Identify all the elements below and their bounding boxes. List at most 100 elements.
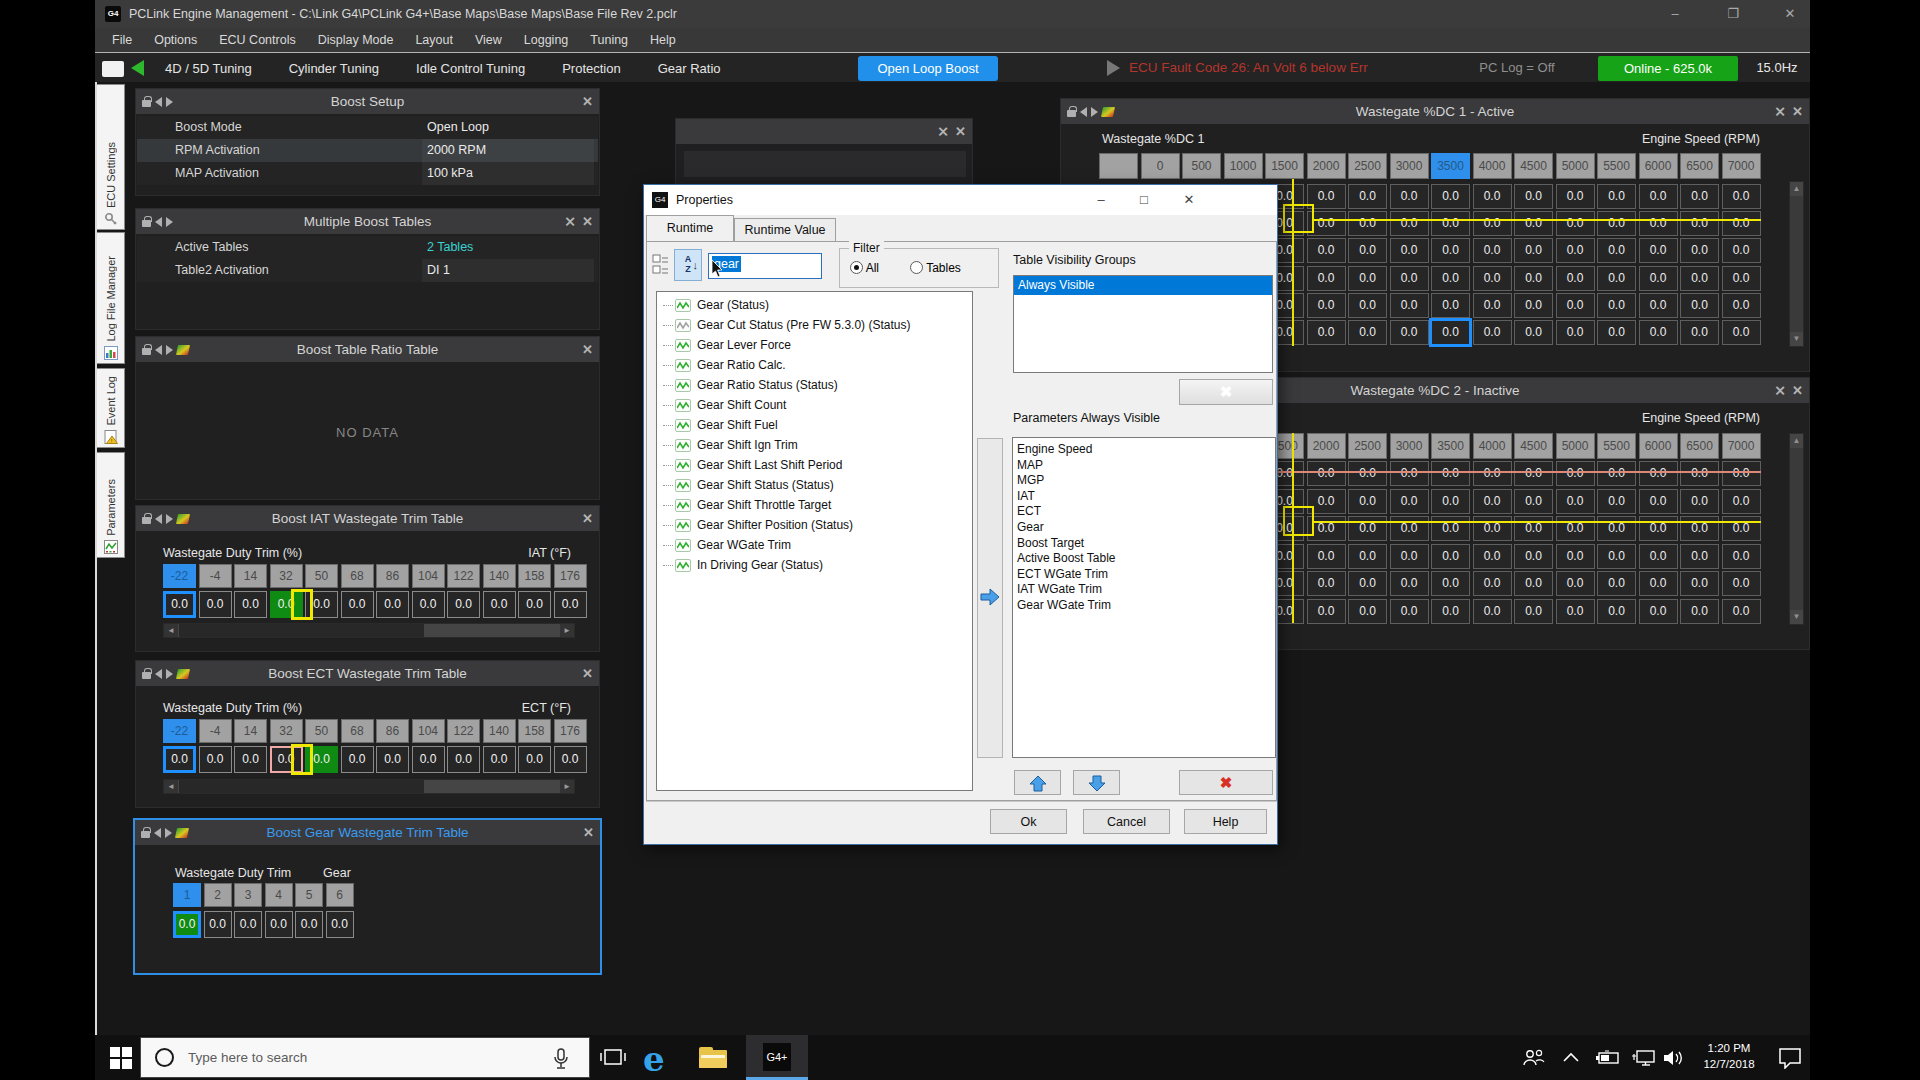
move-panel-icon[interactable]: ⨯ [937, 119, 949, 144]
lock-icon[interactable] [142, 348, 151, 355]
prev-icon[interactable] [155, 97, 162, 107]
param-item[interactable]: IAT WGate Trim [1013, 581, 1275, 597]
value-cell[interactable]: 0.0 [1390, 599, 1429, 624]
value-cell[interactable]: 0.0 [163, 746, 196, 773]
col-header-cell[interactable]: 3000 [1390, 153, 1429, 179]
value-cell[interactable]: 0.0 [1722, 489, 1761, 514]
visibility-groups-list[interactable]: Always Visible [1013, 275, 1273, 373]
value-cell[interactable]: 0.0 [1639, 516, 1678, 541]
tree-item[interactable]: Gear Lever Force [663, 335, 972, 355]
value-cell[interactable]: 0.0 [1722, 266, 1761, 291]
radio-tables[interactable]: Tables [910, 261, 961, 275]
value-cell[interactable]: 0.0 [1597, 489, 1636, 514]
value-cell[interactable]: 0.0 [1514, 293, 1553, 318]
minimize-icon[interactable]: – [1658, 3, 1692, 25]
value-cell[interactable]: 0.0 [1556, 320, 1595, 345]
value-cell[interactable]: 0.0 [1390, 516, 1429, 541]
next-icon[interactable] [166, 217, 173, 227]
col-header-cell[interactable]: 140 [483, 564, 516, 588]
value-cell[interactable]: 0.0 [1514, 599, 1553, 624]
taskbar-search[interactable]: Type here to search [140, 1037, 590, 1078]
value-cell[interactable]: 0.0 [1597, 293, 1636, 318]
value-cell[interactable]: 0.0 [1473, 293, 1512, 318]
col-header-cell[interactable]: 1500 [1265, 153, 1304, 179]
tree-item[interactable]: Gear Cut Status (Pre FW 5.3.0) (Status) [663, 315, 972, 335]
value-cell[interactable]: 0.0 [1431, 516, 1470, 541]
param-item[interactable]: Gear [1013, 519, 1275, 535]
col-header-cell[interactable]: 176 [554, 564, 587, 588]
value-cell[interactable]: 0.0 [1348, 461, 1387, 486]
col-header-cell[interactable]: 14 [234, 719, 267, 743]
col-header-cell[interactable]: 32 [270, 564, 303, 588]
file-explorer-icon[interactable] [699, 1047, 729, 1069]
value-cell[interactable]: 0.0 [1639, 184, 1678, 209]
col-header-cell[interactable]: 158 [518, 719, 551, 743]
value-cell[interactable]: 0.0 [173, 911, 201, 938]
next-icon[interactable] [166, 514, 173, 524]
dialog-maximize-icon[interactable]: □ [1129, 189, 1159, 211]
value-cell[interactable]: 0.0 [1348, 320, 1387, 345]
pclink-taskbar-button[interactable]: G4+ [746, 1035, 808, 1080]
tree-item[interactable]: Gear (Status) [663, 295, 972, 315]
tab-runtime-value-list[interactable]: Runtime Value List [734, 218, 836, 241]
panel-header[interactable]: Multiple Boost Tables ⨯✕ [136, 209, 599, 234]
value-cell[interactable]: 0.0 [1348, 266, 1387, 291]
col-header-cell[interactable]: 5000 [1556, 433, 1595, 459]
close-panel-icon[interactable]: ✕ [582, 506, 593, 531]
close-panel-icon[interactable]: ✕ [582, 209, 593, 234]
col-header-cell[interactable]: 0 [1141, 153, 1180, 179]
col-header-cell[interactable]: 122 [447, 719, 480, 743]
value-cell[interactable]: 0.0 [1556, 184, 1595, 209]
col-header-cell[interactable]: -4 [199, 719, 232, 743]
value-cell[interactable]: 0.0 [1722, 516, 1761, 541]
value-cell[interactable]: 0.0 [1556, 516, 1595, 541]
value-cell[interactable]: 0.0 [1514, 238, 1553, 263]
value-cell[interactable]: 0.0 [1722, 544, 1761, 569]
dialog-minimize-icon[interactable]: – [1086, 189, 1116, 211]
value-cell[interactable]: 0.0 [1307, 266, 1346, 291]
sidebar-tab-ecu-settings[interactable]: ECU Settings [97, 84, 125, 230]
lock-icon[interactable] [142, 517, 151, 524]
v-scrollbar[interactable]: ▲▼ [1789, 181, 1804, 347]
col-header-cell[interactable]: 50 [305, 719, 338, 743]
panel-header[interactable]: Boost Gear Wastegate Trim Table ✕ [135, 820, 600, 845]
people-icon[interactable] [1522, 1048, 1546, 1068]
value-cell[interactable]: 0.0 [295, 911, 323, 938]
add-param-button[interactable] [979, 588, 1001, 606]
value-cell[interactable]: 0.0 [1307, 571, 1346, 596]
tree-item[interactable]: Gear Shift Ign Trim [663, 435, 972, 455]
restore-icon[interactable]: ❐ [1716, 3, 1750, 25]
col-header-cell[interactable]: 6000 [1639, 153, 1678, 179]
col-header-cell[interactable]: 6 [326, 883, 354, 907]
value-cell[interactable]: 0.0 [1307, 320, 1346, 345]
value-cell[interactable]: 0.0 [1680, 293, 1719, 318]
value-cell[interactable]: 0.0 [1639, 461, 1678, 486]
col-header-cell[interactable]: 4000 [1473, 433, 1512, 459]
col-header-cell[interactable]: 3500 [1431, 433, 1470, 459]
value-cell[interactable]: 0.0 [1473, 184, 1512, 209]
col-header-cell[interactable]: 32 [270, 719, 303, 743]
value-cell[interactable]: 0.0 [1348, 516, 1387, 541]
value-cell[interactable]: 0.0 [1390, 544, 1429, 569]
value-cell[interactable]: 0.0 [1722, 320, 1761, 345]
value-cell[interactable]: 0.0 [1473, 211, 1512, 236]
close-panel-icon[interactable]: ✕ [582, 661, 593, 686]
tree-view-icon[interactable] [652, 253, 670, 275]
remove-group-button[interactable]: ✖ [1179, 379, 1273, 405]
value-cell[interactable]: 0.0 [1680, 238, 1719, 263]
next-icon[interactable] [166, 669, 173, 679]
tree-item[interactable]: Gear Shift Last Shift Period [663, 455, 972, 475]
prev-icon[interactable] [155, 345, 162, 355]
params-always-visible-list[interactable]: Engine SpeedMAPMGPIATECTGearBoost Target… [1012, 437, 1276, 758]
col-header-cell[interactable]: 104 [412, 719, 445, 743]
prev-icon[interactable] [1080, 107, 1087, 117]
value-cell[interactable]: 0.0 [1722, 599, 1761, 624]
value-cell[interactable]: 0.0 [1348, 293, 1387, 318]
value-cell[interactable]: 0.0 [1597, 238, 1636, 263]
tab-4d-5d-tuning[interactable]: 4D / 5D Tuning [165, 61, 252, 76]
menu-help[interactable]: Help [639, 28, 687, 52]
lock-icon[interactable] [142, 220, 151, 227]
value-cell[interactable]: 0.0 [1556, 211, 1595, 236]
mic-icon[interactable] [553, 1048, 569, 1070]
col-header-cell[interactable]: 4500 [1514, 153, 1553, 179]
